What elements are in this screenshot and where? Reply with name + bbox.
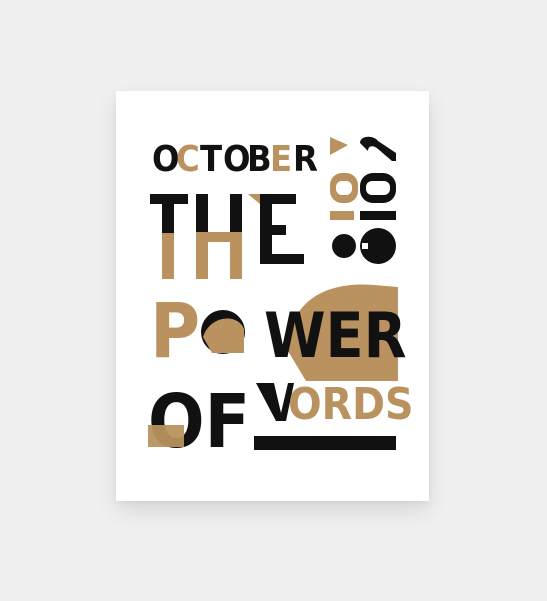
word-of: OF [148, 379, 250, 465]
power-letters-wer: WER [264, 299, 407, 372]
words-letters-ords: ORDS [288, 379, 414, 430]
the-h-left [196, 194, 208, 232]
word-words: ORDS [254, 379, 414, 450]
of-o-gold [148, 425, 184, 447]
of-letters: OF [148, 379, 250, 465]
month-letter-c: C [176, 139, 200, 180]
year-digit-8-waist [362, 243, 368, 249]
poster: O C T O B E R P WER OF ORDS [116, 91, 429, 501]
month-letter-e: E [270, 139, 292, 180]
the-e-mid [260, 225, 286, 235]
the-t-stem-gold [162, 233, 174, 279]
word-power: P WER [150, 286, 407, 375]
year-digit-2 [360, 136, 396, 161]
year-digit-1 [360, 211, 396, 220]
month-heading: O C T O B E R [152, 139, 318, 180]
poster-artwork: O C T O B E R P WER OF ORDS [148, 136, 414, 465]
year-digit-2-gold [330, 137, 348, 155]
month-letter-t: T [200, 139, 222, 180]
year-digit-8-upper [332, 234, 356, 258]
words-underline-bar [254, 436, 396, 450]
year-digit-1-gold [330, 211, 354, 220]
word-the [150, 194, 304, 279]
year-digit-0-inner [336, 181, 352, 195]
the-e-top [260, 194, 296, 204]
the-h-right-gold [230, 232, 242, 279]
the-e-bottom [260, 254, 304, 264]
year-vertical [330, 136, 396, 264]
year-digit-0-hole [366, 181, 390, 195]
month-letter-r: R [293, 139, 318, 180]
power-letter-p: P [150, 286, 200, 375]
month-letter-b: B [247, 139, 272, 180]
